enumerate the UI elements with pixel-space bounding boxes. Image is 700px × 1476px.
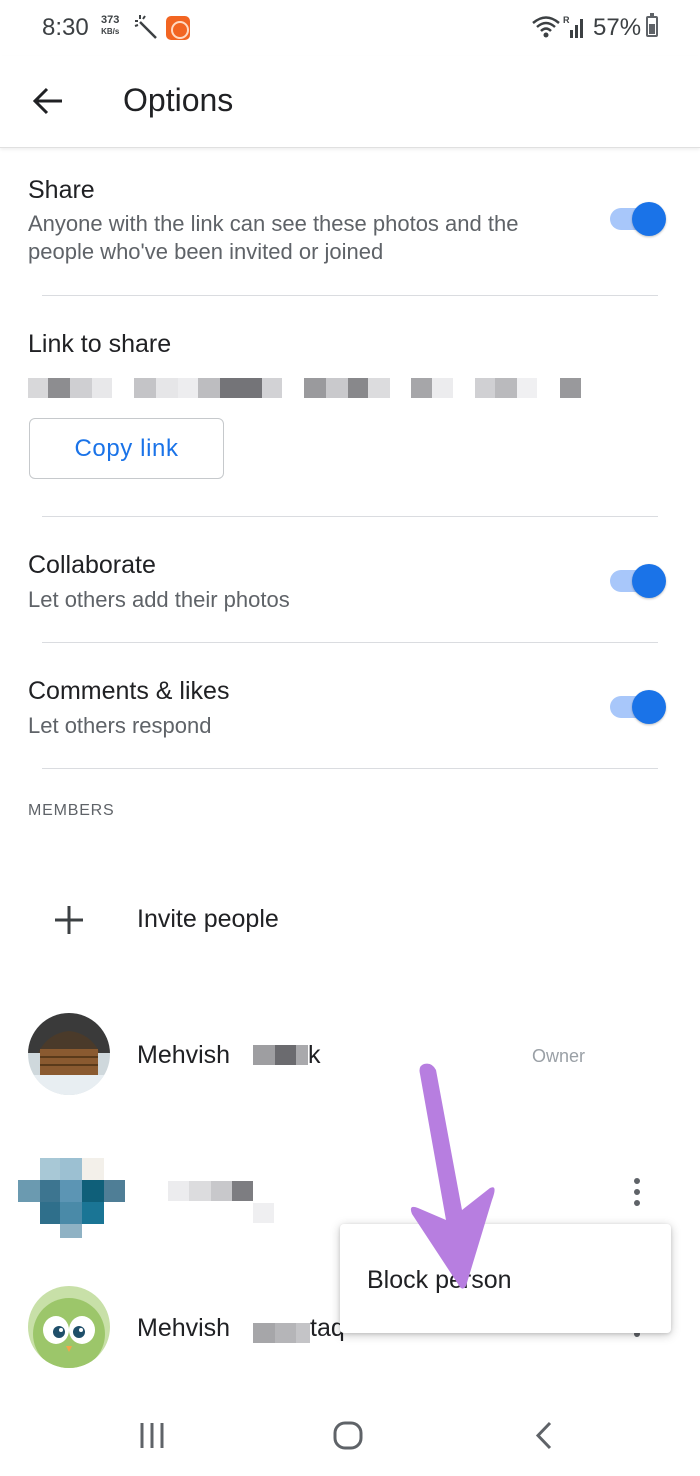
battery-percent: 57% bbox=[593, 14, 642, 41]
divider bbox=[42, 516, 658, 517]
battery-icon bbox=[646, 13, 658, 37]
share-description: Anyone with the link can see these photo… bbox=[28, 211, 519, 264]
nav-back-icon bbox=[535, 1421, 552, 1450]
status-bar: 8:30 373 KB/s R 57% bbox=[0, 0, 700, 56]
collaborate-description: Let others add their photos bbox=[28, 587, 290, 612]
back-button[interactable] bbox=[24, 78, 72, 126]
divider bbox=[42, 642, 658, 643]
copy-link-button[interactable]: Copy link bbox=[29, 418, 224, 479]
system-nav-bar bbox=[0, 1390, 700, 1476]
member-name: Mehvish bbox=[137, 1314, 231, 1342]
toggle-thumb bbox=[632, 202, 666, 236]
recents-icon bbox=[140, 1423, 164, 1448]
magic-wand-icon bbox=[134, 15, 157, 39]
app-bar: Options bbox=[0, 56, 700, 148]
back-arrow-icon bbox=[32, 87, 62, 115]
member-name: Mehvish bbox=[137, 1041, 231, 1069]
more-options-button[interactable] bbox=[622, 1173, 652, 1217]
more-vert-icon bbox=[634, 1178, 640, 1184]
page-title: Options bbox=[123, 82, 234, 118]
collaborate-title: Collaborate bbox=[28, 551, 156, 579]
network-speed-value: 373 bbox=[101, 14, 120, 26]
home-icon bbox=[333, 1421, 363, 1450]
divider bbox=[42, 768, 658, 769]
block-person-label: Block person bbox=[367, 1266, 512, 1294]
popup-menu: Block person bbox=[340, 1224, 671, 1333]
divider bbox=[42, 295, 658, 296]
plus-icon bbox=[55, 906, 83, 934]
member-row[interactable] bbox=[0, 1135, 700, 1238]
nav-back-button[interactable] bbox=[514, 1416, 574, 1456]
member-name-tail: k bbox=[308, 1041, 321, 1069]
member-row[interactable]: Mehvish k Owner bbox=[0, 1005, 700, 1105]
recents-button[interactable] bbox=[122, 1416, 182, 1456]
collaborate-toggle[interactable] bbox=[610, 563, 666, 599]
member-role: Owner bbox=[532, 1046, 586, 1066]
svg-text:R: R bbox=[563, 15, 570, 25]
share-title: Share bbox=[28, 176, 95, 204]
app-notification-icon bbox=[166, 16, 190, 40]
invite-people-label: Invite people bbox=[137, 905, 279, 933]
signal-icon: R bbox=[563, 15, 583, 38]
wifi-icon bbox=[532, 16, 560, 38]
comments-description: Let others respond bbox=[28, 713, 212, 738]
network-speed: 373 KB/s bbox=[101, 15, 119, 37]
members-header: MEMBERS bbox=[28, 802, 115, 819]
avatar bbox=[28, 1013, 110, 1095]
home-button[interactable] bbox=[318, 1416, 378, 1456]
link-title: Link to share bbox=[28, 330, 172, 358]
invite-people-button[interactable]: Invite people bbox=[0, 880, 700, 960]
share-toggle[interactable] bbox=[610, 201, 666, 237]
comments-toggle[interactable] bbox=[610, 689, 666, 725]
avatar bbox=[28, 1286, 110, 1368]
toggle-thumb bbox=[632, 564, 666, 598]
toggle-thumb bbox=[632, 690, 666, 724]
block-person-menu-item[interactable]: Block person bbox=[340, 1224, 671, 1333]
comments-title: Comments & likes bbox=[28, 677, 230, 705]
network-speed-unit: KB/s bbox=[101, 27, 120, 36]
status-time: 8:30 bbox=[42, 14, 89, 41]
